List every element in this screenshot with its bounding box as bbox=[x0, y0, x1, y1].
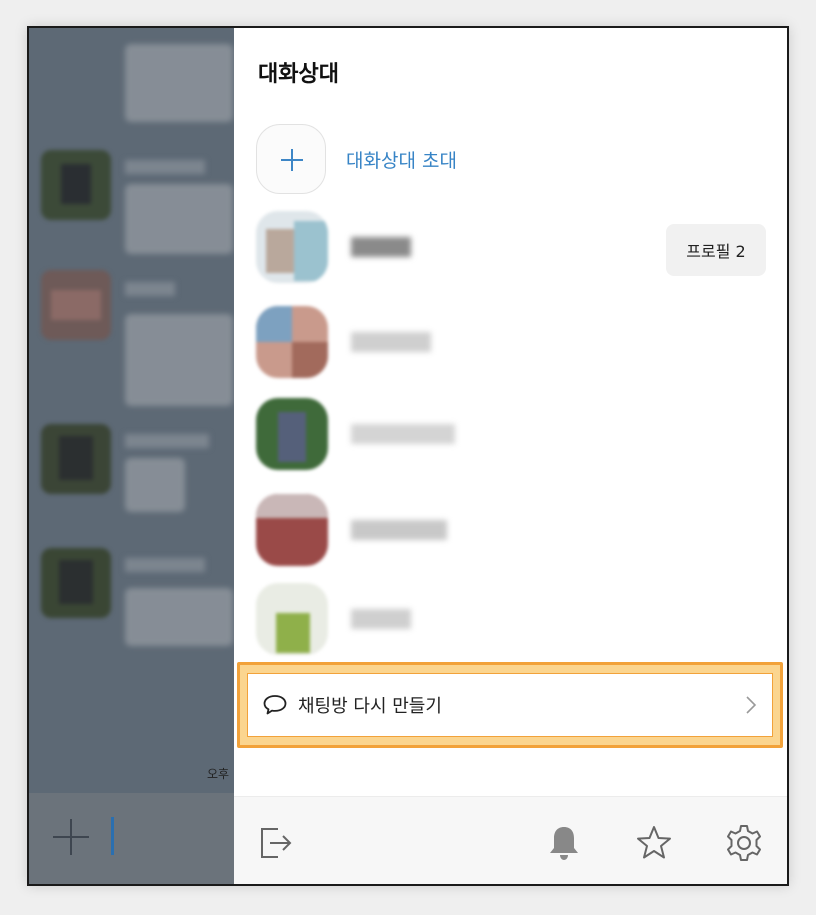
member-row[interactable] bbox=[256, 398, 766, 470]
avatar bbox=[256, 306, 328, 378]
drawer-footer bbox=[234, 796, 787, 884]
chat-bubble bbox=[125, 588, 233, 646]
chat-input-bar bbox=[29, 793, 234, 884]
member-name bbox=[351, 520, 447, 540]
avatar bbox=[256, 398, 328, 470]
chat-bubble bbox=[125, 458, 185, 512]
bell-icon[interactable] bbox=[544, 823, 584, 863]
member-name bbox=[351, 332, 431, 352]
members-drawer: 대화상대 대화상대 초대 프로필 2 채팅방 다시 만들기 bbox=[234, 28, 787, 884]
member-row[interactable] bbox=[256, 583, 766, 655]
app-screen: 오후 대화상대 대화상대 초대 프로필 2 채팅방 다시 만들기 bbox=[27, 26, 789, 886]
member-name bbox=[351, 424, 455, 444]
invite-label: 대화상대 초대 bbox=[346, 149, 457, 172]
avatar bbox=[256, 494, 328, 566]
sender-name bbox=[125, 434, 209, 448]
avatar bbox=[256, 583, 328, 655]
member-row[interactable]: 프로필 2 bbox=[256, 211, 766, 283]
exit-icon[interactable] bbox=[256, 823, 296, 863]
avatar bbox=[41, 424, 111, 494]
avatar bbox=[41, 270, 111, 340]
gear-icon[interactable] bbox=[724, 823, 764, 863]
message-time: 오후 bbox=[207, 767, 230, 781]
avatar bbox=[41, 150, 111, 220]
remake-chat-button[interactable]: 채팅방 다시 만들기 bbox=[247, 673, 773, 737]
text-cursor[interactable] bbox=[111, 817, 114, 855]
sender-name bbox=[125, 558, 205, 572]
plus-icon[interactable] bbox=[53, 819, 89, 855]
speech-bubble-icon bbox=[263, 695, 287, 715]
chat-bubble bbox=[125, 314, 233, 406]
star-icon[interactable] bbox=[634, 823, 674, 863]
member-row[interactable] bbox=[256, 494, 766, 566]
plus-icon[interactable] bbox=[256, 124, 326, 194]
member-row[interactable] bbox=[256, 306, 766, 378]
drawer-title: 대화상대 bbox=[258, 62, 339, 87]
member-name bbox=[351, 609, 411, 629]
sender-name bbox=[125, 160, 205, 174]
avatar bbox=[41, 548, 111, 618]
sender-name bbox=[125, 282, 175, 296]
chat-bubble bbox=[125, 184, 233, 254]
chevron-right-icon bbox=[746, 696, 757, 714]
member-name bbox=[351, 237, 411, 257]
invite-member-button[interactable]: 대화상대 초대 bbox=[256, 122, 676, 196]
chat-background: 오후 bbox=[29, 28, 234, 793]
chat-bubble bbox=[125, 44, 233, 122]
profile-button[interactable]: 프로필 2 bbox=[666, 224, 766, 276]
remake-chat-label: 채팅방 다시 만들기 bbox=[298, 696, 442, 717]
avatar bbox=[256, 211, 328, 283]
